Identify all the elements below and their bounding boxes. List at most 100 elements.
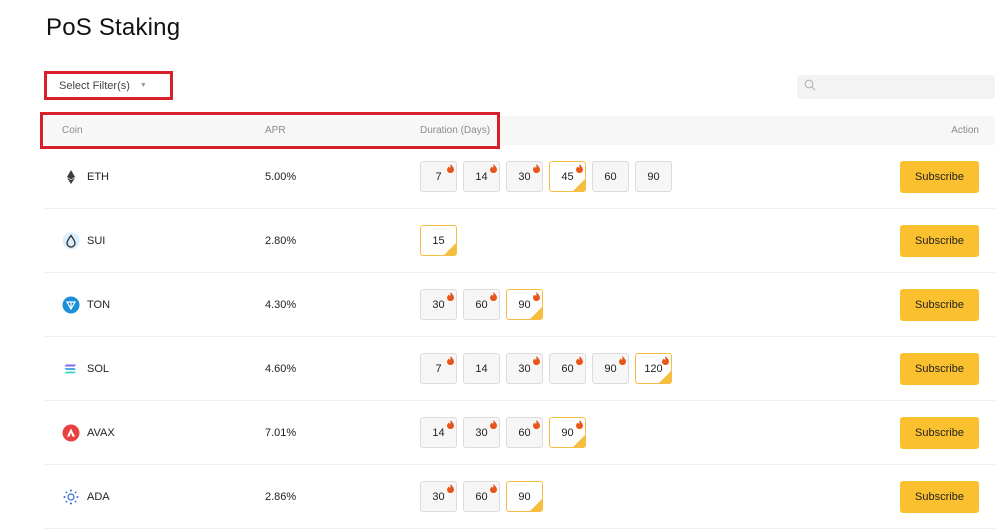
duration-days: 30 bbox=[518, 362, 531, 375]
flame-icon bbox=[447, 356, 454, 365]
duration-chip[interactable]: 60 bbox=[592, 161, 629, 192]
table-row: ETH 5.00% 7 14 30 45 60 90 Subscribe bbox=[44, 145, 995, 209]
search-box[interactable] bbox=[797, 75, 995, 99]
flame-icon bbox=[576, 356, 583, 365]
flame-icon bbox=[447, 420, 454, 429]
duration-days: 60 bbox=[561, 362, 574, 375]
duration-chip[interactable]: 30 bbox=[420, 289, 457, 320]
duration-days: 90 bbox=[561, 426, 574, 439]
duration-chip[interactable]: 120 bbox=[635, 353, 672, 384]
flame-icon bbox=[490, 292, 497, 301]
subscribe-button[interactable]: Subscribe bbox=[900, 289, 979, 321]
duration-days: 60 bbox=[475, 298, 488, 311]
duration-chip[interactable]: 15 bbox=[420, 225, 457, 256]
table-row: SUI 2.80% 15 Subscribe bbox=[44, 209, 995, 273]
duration-days: 60 bbox=[475, 490, 488, 503]
coin-name: SOL bbox=[87, 362, 110, 375]
duration-options: 15 bbox=[420, 209, 463, 272]
filter-label: Select Filter(s) bbox=[59, 79, 130, 92]
duration-days: 14 bbox=[475, 362, 488, 375]
duration-days: 30 bbox=[475, 426, 488, 439]
chevron-down-icon: ▼ bbox=[139, 82, 147, 89]
apr-value: 4.30% bbox=[265, 298, 297, 311]
flame-icon bbox=[533, 164, 540, 173]
ton-icon bbox=[62, 296, 80, 314]
apr-value: 7.01% bbox=[265, 426, 297, 439]
duration-days: 90 bbox=[604, 362, 617, 375]
apr-value: 4.60% bbox=[265, 362, 297, 375]
duration-chip[interactable]: 30 bbox=[506, 353, 543, 384]
header-action: Action bbox=[951, 125, 979, 136]
coin-cell: ADA bbox=[62, 465, 110, 528]
table-row: SOL 4.60% 7 14 30 60 90 120 Subscribe bbox=[44, 337, 995, 401]
duration-chip[interactable]: 90 bbox=[592, 353, 629, 384]
coin-cell: AVAX bbox=[62, 401, 115, 464]
duration-options: 30 60 90 bbox=[420, 465, 549, 528]
duration-chip[interactable]: 90 bbox=[635, 161, 672, 192]
apr-value: 2.80% bbox=[265, 234, 297, 247]
duration-days: 30 bbox=[432, 490, 445, 503]
coin-cell: SUI bbox=[62, 209, 105, 272]
duration-days: 30 bbox=[518, 170, 531, 183]
duration-chip[interactable]: 60 bbox=[549, 353, 586, 384]
header-duration: Duration (Days) bbox=[420, 125, 491, 136]
duration-options: 14 30 60 90 bbox=[420, 401, 592, 464]
duration-days: 60 bbox=[604, 170, 617, 183]
sol-icon bbox=[62, 360, 80, 378]
duration-chip[interactable]: 60 bbox=[463, 289, 500, 320]
duration-chip[interactable]: 14 bbox=[463, 353, 500, 384]
duration-days: 45 bbox=[561, 170, 574, 183]
flame-icon bbox=[447, 164, 454, 173]
sui-icon bbox=[62, 232, 80, 250]
duration-days: 90 bbox=[647, 170, 660, 183]
duration-chip[interactable]: 30 bbox=[463, 417, 500, 448]
duration-chip[interactable]: 14 bbox=[463, 161, 500, 192]
duration-days: 60 bbox=[518, 426, 531, 439]
flame-icon bbox=[533, 356, 540, 365]
filter-dropdown[interactable]: Select Filter(s) ▼ bbox=[44, 71, 173, 100]
table-row: AVAX 7.01% 14 30 60 90 Subscribe bbox=[44, 401, 995, 465]
duration-days: 90 bbox=[518, 490, 531, 503]
subscribe-button[interactable]: Subscribe bbox=[900, 353, 979, 385]
flame-icon bbox=[490, 484, 497, 493]
duration-days: 120 bbox=[644, 362, 663, 375]
coin-cell: SOL bbox=[62, 337, 109, 400]
duration-days: 7 bbox=[435, 362, 442, 375]
header-coin: Coin bbox=[62, 125, 83, 136]
duration-days: 14 bbox=[475, 170, 488, 183]
table-header: Coin APR Duration (Days) Action bbox=[44, 116, 995, 145]
subscribe-button[interactable]: Subscribe bbox=[900, 225, 979, 257]
subscribe-button[interactable]: Subscribe bbox=[900, 417, 979, 449]
duration-chip[interactable]: 7 bbox=[420, 161, 457, 192]
duration-chip[interactable]: 7 bbox=[420, 353, 457, 384]
flame-icon bbox=[490, 420, 497, 429]
duration-chip[interactable]: 30 bbox=[420, 481, 457, 512]
search-icon bbox=[804, 78, 816, 96]
page-title: PoS Staking bbox=[46, 14, 181, 41]
table-row: TON 4.30% 30 60 90 Subscribe bbox=[44, 273, 995, 337]
coin-name: AVAX bbox=[87, 426, 115, 439]
duration-chip[interactable]: 30 bbox=[506, 161, 543, 192]
flame-icon bbox=[490, 164, 497, 173]
duration-chip[interactable]: 14 bbox=[420, 417, 457, 448]
duration-days: 7 bbox=[435, 170, 442, 183]
duration-options: 7 14 30 45 60 90 bbox=[420, 145, 678, 208]
duration-chip[interactable]: 90 bbox=[506, 481, 543, 512]
subscribe-button[interactable]: Subscribe bbox=[900, 481, 979, 513]
flame-icon bbox=[447, 292, 454, 301]
duration-chip[interactable]: 90 bbox=[549, 417, 586, 448]
duration-days: 90 bbox=[518, 298, 531, 311]
duration-chip[interactable]: 60 bbox=[463, 481, 500, 512]
duration-chip[interactable]: 60 bbox=[506, 417, 543, 448]
header-apr: APR bbox=[265, 125, 286, 136]
ada-icon bbox=[62, 488, 80, 506]
duration-days: 15 bbox=[432, 234, 445, 247]
flame-icon bbox=[576, 164, 583, 173]
apr-value: 5.00% bbox=[265, 170, 297, 183]
duration-days: 14 bbox=[432, 426, 445, 439]
duration-days: 30 bbox=[432, 298, 445, 311]
duration-chip[interactable]: 90 bbox=[506, 289, 543, 320]
duration-chip[interactable]: 45 bbox=[549, 161, 586, 192]
flame-icon bbox=[533, 420, 540, 429]
subscribe-button[interactable]: Subscribe bbox=[900, 161, 979, 193]
